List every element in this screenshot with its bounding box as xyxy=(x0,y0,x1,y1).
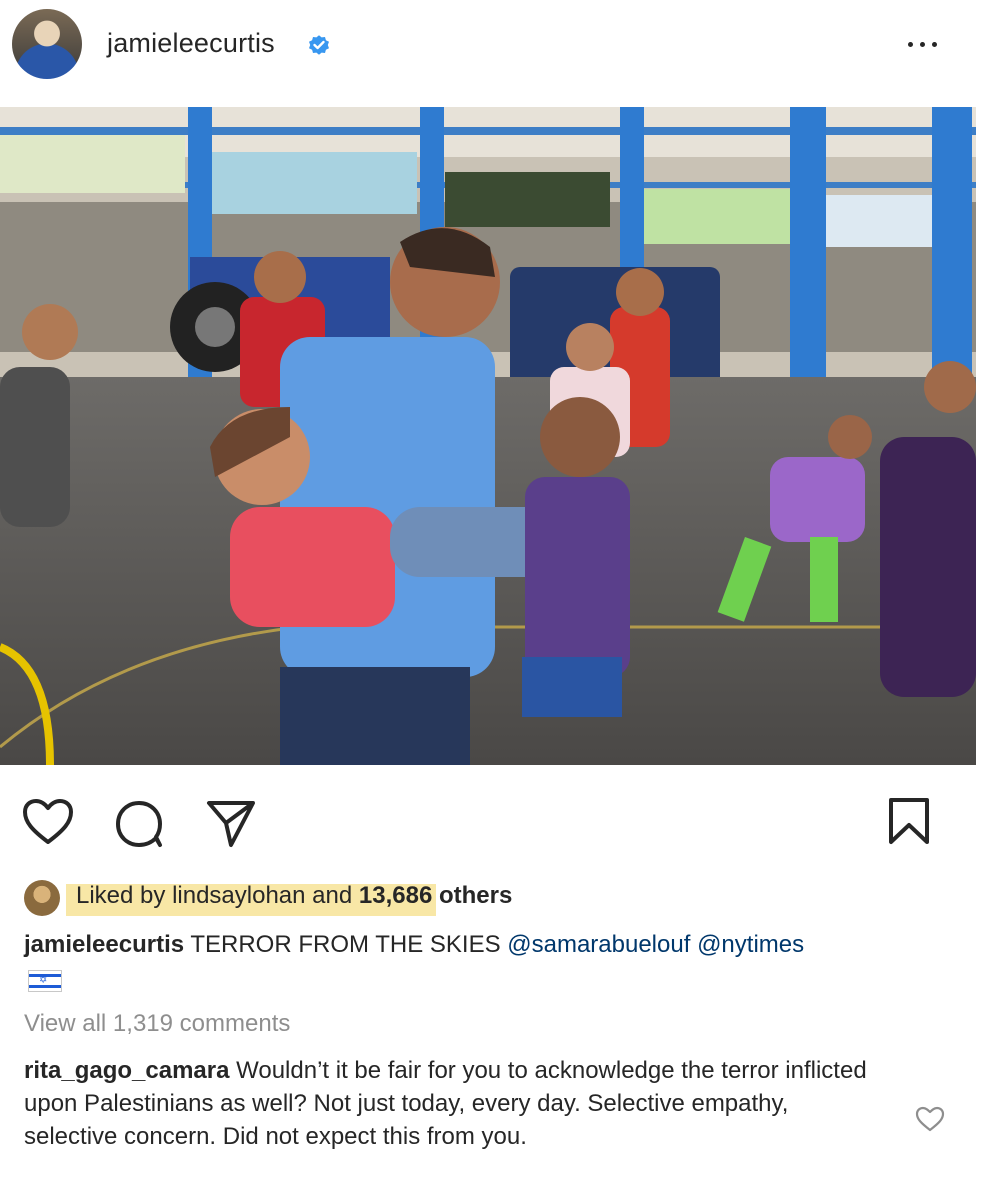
bookmark-icon[interactable] xyxy=(886,796,932,846)
post-header: jamieleecurtis xyxy=(0,0,999,95)
profile-avatar[interactable] xyxy=(12,9,82,79)
heart-icon[interactable] xyxy=(22,798,74,846)
caption-mention-1[interactable]: @samarabuelouf xyxy=(507,931,690,958)
view-all-comments-link[interactable]: View all 1,319 comments xyxy=(24,1010,290,1038)
photo-illustration xyxy=(0,107,976,765)
likes-count[interactable]: 13,686 others xyxy=(359,882,512,909)
likes-text: Liked by lindsaylohan and 13,686 others xyxy=(76,876,512,916)
liker-avatar xyxy=(24,880,60,916)
comment-item: rita_gago_camara Wouldn’t it be fair for… xyxy=(24,1054,884,1153)
post-caption: jamieleecurtis TERROR FROM THE SKIES @sa… xyxy=(24,928,964,962)
post-actions xyxy=(0,780,999,870)
post-username[interactable]: jamieleecurtis xyxy=(107,28,275,59)
likes-prefix: Liked by xyxy=(76,882,173,909)
comment-bubble-icon[interactable] xyxy=(114,798,166,850)
likes-middle: and xyxy=(305,882,359,909)
caption-mention-2[interactable]: @nytimes xyxy=(697,931,804,958)
paper-plane-icon[interactable] xyxy=(205,798,257,848)
likes-user[interactable]: lindsaylohan xyxy=(172,882,305,909)
comment-username[interactable]: rita_gago_camara xyxy=(24,1057,229,1084)
caption-text: TERROR FROM THE SKIES xyxy=(184,931,508,958)
post-photo[interactable] xyxy=(0,107,976,765)
israel-flag-emoji: ✡ xyxy=(28,970,62,992)
caption-username[interactable]: jamieleecurtis xyxy=(24,931,184,958)
more-options-icon[interactable] xyxy=(900,26,946,60)
likes-summary[interactable]: Liked by lindsaylohan and 13,686 others xyxy=(24,876,724,916)
comment-heart-icon[interactable] xyxy=(915,1105,945,1133)
verified-badge-icon xyxy=(309,35,329,55)
